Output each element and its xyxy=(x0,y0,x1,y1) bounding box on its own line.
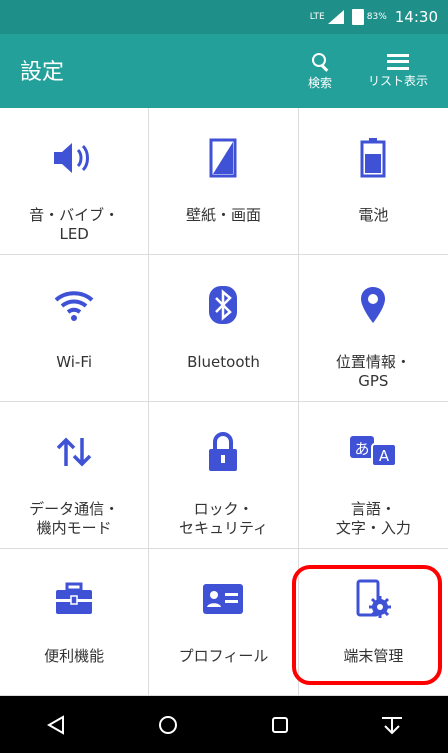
signal-icon xyxy=(327,10,344,24)
battery-icon xyxy=(343,136,403,180)
tile-profile[interactable]: プロフィール xyxy=(149,549,299,696)
notification-pulldown-button[interactable] xyxy=(362,705,422,745)
tile-wifi[interactable]: Wi-Fi xyxy=(0,255,150,402)
back-icon xyxy=(47,714,64,735)
data-transfer-icon xyxy=(44,430,104,474)
tile-label: 音・バイブ・ LED xyxy=(29,206,120,243)
speaker-icon xyxy=(44,136,104,180)
tile-bluetooth[interactable]: Bluetooth xyxy=(149,255,299,402)
location-icon xyxy=(343,283,403,327)
tile-label: 電池 xyxy=(358,206,389,224)
tile-label: 位置情報・ GPS xyxy=(335,353,411,390)
status-bar: LTE 83% 14:30 xyxy=(0,0,448,34)
home-button[interactable] xyxy=(138,705,198,745)
lock-icon xyxy=(193,430,253,474)
menu-icon xyxy=(387,53,409,70)
tile-location[interactable]: 位置情報・ GPS xyxy=(298,255,448,402)
tile-convenience[interactable]: 便利機能 xyxy=(0,549,150,696)
device-settings-icon xyxy=(343,577,403,621)
tile-label: データ通信・ 機内モード xyxy=(29,500,120,537)
tile-lock[interactable]: ロック・ セキュリティ xyxy=(149,402,299,549)
recents-icon xyxy=(272,716,288,733)
tile-device-management[interactable]: 端末管理 xyxy=(298,549,448,696)
page-title: 設定 xyxy=(20,60,65,85)
tile-label: Bluetooth xyxy=(187,353,260,371)
clock: 14:30 xyxy=(394,8,438,26)
tile-wallpaper[interactable]: 壁紙・画面 xyxy=(149,108,299,255)
lte-indicator: LTE xyxy=(310,10,344,24)
back-button[interactable] xyxy=(26,705,86,745)
tile-data[interactable]: データ通信・ 機内モード xyxy=(0,402,150,549)
profile-card-icon xyxy=(193,577,253,621)
tile-label: 端末管理 xyxy=(343,647,404,665)
battery-status-icon xyxy=(351,9,364,25)
recents-button[interactable] xyxy=(250,705,310,745)
tile-label: Wi-Fi xyxy=(56,353,93,371)
settings-grid: 音・バイブ・ LED 壁紙・画面 電池 Wi-Fi Bluetooth 位置情報… xyxy=(0,108,448,696)
search-icon xyxy=(310,52,330,72)
search-button[interactable]: 検索 xyxy=(298,43,342,99)
tile-label: プロフィール xyxy=(178,647,269,665)
app-bar: 設定 検索 リスト表示 xyxy=(0,34,448,108)
toolbox-icon xyxy=(44,577,104,621)
navigation-bar xyxy=(0,696,448,753)
tile-language[interactable]: あA 言語・ 文字・入力 xyxy=(298,402,448,549)
home-icon xyxy=(159,715,177,734)
language-icon: あA xyxy=(343,430,403,474)
tile-label: 言語・ 文字・入力 xyxy=(335,500,411,537)
search-label: 検索 xyxy=(307,75,332,90)
svg-text:あ: あ xyxy=(355,440,370,458)
tile-label: ロック・ セキュリティ xyxy=(178,500,269,537)
list-view-button[interactable]: リスト表示 xyxy=(354,43,442,99)
tile-label: 壁紙・画面 xyxy=(185,206,261,224)
tile-label: 便利機能 xyxy=(44,647,105,665)
list-view-label: リスト表示 xyxy=(367,73,428,88)
wallpaper-icon xyxy=(193,136,253,180)
bluetooth-icon xyxy=(193,283,253,327)
wifi-icon xyxy=(44,283,104,327)
tile-sound[interactable]: 音・バイブ・ LED xyxy=(0,108,150,255)
pulldown-icon xyxy=(382,716,402,734)
svg-text:A: A xyxy=(379,447,390,465)
lte-label: LTE xyxy=(309,11,325,22)
tile-battery[interactable]: 電池 xyxy=(298,108,448,255)
battery-percent: 83% xyxy=(366,11,387,22)
battery-indicator: 83% xyxy=(351,9,387,25)
